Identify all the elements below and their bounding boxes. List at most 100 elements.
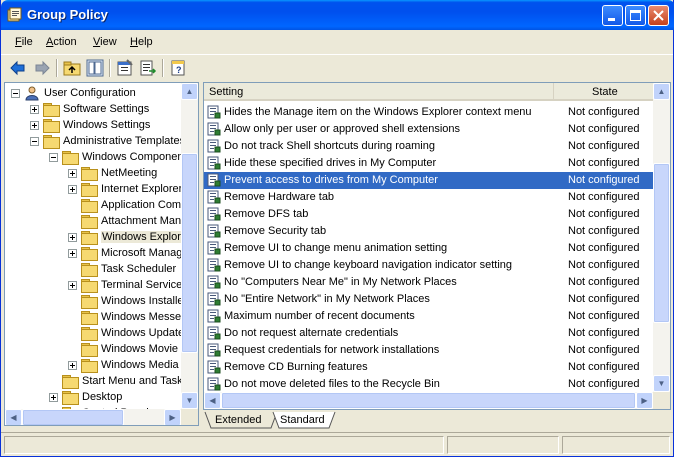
tree-item[interactable]: Administrative Templates	[5, 133, 185, 149]
title-bar[interactable]: Group Policy	[1, 0, 674, 30]
setting-row[interactable]: Hides the Manage item on the Windows Exp…	[204, 104, 653, 121]
tree-item[interactable]: Windows Explorer	[5, 229, 192, 245]
setting-row[interactable]: Remove Hardware tab Not configured	[204, 189, 653, 206]
list-scroll-right-button[interactable]: ▶	[636, 392, 653, 409]
group-policy-icon	[7, 7, 22, 22]
setting-row[interactable]: Remove Security tab Not configured	[204, 223, 653, 240]
tree-hscroll-thumb[interactable]	[22, 409, 124, 425]
up-folder-icon[interactable]	[63, 59, 81, 77]
toolbar-separator	[162, 59, 164, 77]
tree-scroll-up-button[interactable]: ▲	[181, 83, 198, 100]
tree-item[interactable]: User Configuration	[5, 85, 181, 101]
tree-item[interactable]: Microsoft Management Console	[5, 245, 198, 261]
properties-icon[interactable]	[116, 59, 134, 77]
tree-scroll-down-button[interactable]: ▼	[181, 392, 198, 409]
close-button[interactable]	[648, 5, 669, 26]
scroll-up-arrow-icon: ▲	[657, 87, 666, 96]
settings-list-pane[interactable]: Setting State Hides the Manage item on t…	[203, 82, 671, 410]
list-scroll-up-button[interactable]: ▲	[653, 83, 670, 100]
list-scroll-down-button[interactable]: ▼	[653, 375, 670, 392]
setting-row[interactable]: Allow only per user or approved shell ex…	[204, 121, 653, 138]
tree-pane[interactable]: User Configuration Software Settings Windo…	[4, 82, 199, 426]
tree-item[interactable]: Start Menu and Taskbar	[5, 373, 198, 389]
setting-row[interactable]: Request credentials for network installa…	[204, 342, 653, 359]
tree-item[interactable]: NetMeeting	[5, 165, 181, 181]
tree-item[interactable]: Windows Movie Maker	[5, 341, 198, 357]
tree-horizontal-scrollbar[interactable]: ◀ ▶	[5, 409, 181, 425]
maximize-button[interactable]	[625, 5, 646, 26]
column-header-setting[interactable]: Setting	[204, 83, 554, 101]
list-hscroll-thumb[interactable]	[221, 392, 636, 409]
collapse-icon[interactable]	[11, 89, 20, 98]
tab-extended[interactable]: Extended	[211, 411, 271, 429]
list-scroll-thumb[interactable]	[653, 163, 670, 323]
tree-scroll-right-button[interactable]: ▶	[164, 409, 181, 425]
list-horizontal-scrollbar[interactable]: ◀ ▶	[204, 392, 653, 409]
tree-item[interactable]: Windows Settings	[5, 117, 181, 133]
expand-icon[interactable]	[68, 249, 77, 258]
setting-name: Maximum number of recent documents	[224, 310, 415, 322]
tree-scroll-left-button[interactable]: ◀	[5, 409, 22, 425]
tree-item[interactable]: Windows Components	[5, 149, 192, 165]
setting-row[interactable]: Hide these specified drives in My Comput…	[204, 155, 653, 172]
folder-icon	[81, 183, 98, 197]
tree-item[interactable]: Windows Media Player	[5, 357, 198, 373]
scroll-left-arrow-icon: ◀	[209, 396, 216, 405]
tree-item[interactable]: Windows Update	[5, 325, 184, 341]
list-vertical-scrollbar[interactable]: ▲ ▼	[653, 83, 670, 392]
menu-view[interactable]: View	[93, 36, 117, 48]
setting-row[interactable]: Maximum number of recent documents Not co…	[204, 308, 653, 325]
tree-vertical-scrollbar[interactable]: ▲ ▼	[181, 83, 198, 409]
tree-item[interactable]: Attachment Manager	[5, 213, 198, 229]
back-arrow-icon[interactable]	[9, 59, 27, 77]
collapse-icon[interactable]	[30, 137, 39, 146]
setting-row[interactable]: Prevent access to drives from My Compute…	[204, 172, 653, 189]
expand-icon[interactable]	[68, 361, 77, 370]
tree-item[interactable]: Task Scheduler	[5, 261, 181, 277]
tree-item[interactable]: Application Compatibility	[5, 197, 198, 213]
setting-row[interactable]: Do not request alternate credentials Not …	[204, 325, 653, 342]
collapse-icon[interactable]	[49, 153, 58, 162]
setting-name: Do not track Shell shortcuts during roam…	[224, 140, 435, 152]
expand-icon[interactable]	[68, 185, 77, 194]
menu-help[interactable]: Help	[130, 36, 153, 48]
policy-setting-icon	[207, 309, 221, 323]
tree-item[interactable]: Software Settings	[5, 101, 181, 117]
export-list-icon[interactable]	[139, 59, 157, 77]
help-icon[interactable]: ?	[170, 59, 188, 77]
setting-row[interactable]: No "Entire Network" in My Network Places…	[204, 291, 653, 308]
tree-scroll-thumb[interactable]	[181, 153, 198, 353]
list-scroll-left-button[interactable]: ◀	[204, 392, 221, 409]
tree-item-label: Administrative Templates	[63, 135, 186, 147]
menu-file[interactable]: File	[15, 36, 33, 48]
scroll-corner	[181, 409, 198, 425]
expand-icon[interactable]	[68, 281, 77, 290]
setting-row[interactable]: Remove UI to change menu animation setti…	[204, 240, 653, 257]
setting-row[interactable]: Remove CD Burning features Not configured	[204, 359, 653, 376]
tree-item[interactable]: Internet Explorer	[5, 181, 182, 197]
menu-action[interactable]: Action	[46, 36, 77, 48]
setting-row[interactable]: Do not move deleted files to the Recycle…	[204, 376, 653, 393]
expand-icon[interactable]	[49, 393, 58, 402]
forward-arrow-icon[interactable]	[33, 59, 51, 77]
setting-name: Remove Hardware tab	[224, 191, 335, 203]
tree-item[interactable]: Windows Installer	[5, 293, 187, 309]
expand-icon[interactable]	[30, 121, 39, 130]
expand-icon[interactable]	[68, 233, 77, 242]
tree-item[interactable]: Terminal Services	[5, 277, 188, 293]
expand-icon[interactable]	[68, 169, 77, 178]
show-hide-tree-icon[interactable]	[86, 59, 104, 77]
column-header-state[interactable]: State	[554, 83, 653, 101]
minimize-button[interactable]	[602, 5, 623, 26]
setting-row[interactable]: Remove UI to change keyboard navigation …	[204, 257, 653, 274]
setting-row[interactable]: No "Computers Near Me" in My Network Pla…	[204, 274, 653, 291]
tree-item[interactable]: Desktop	[5, 389, 181, 405]
expand-icon[interactable]	[30, 105, 39, 114]
svg-text:?: ?	[176, 65, 182, 75]
setting-row[interactable]: Remove DFS tab Not configured	[204, 206, 653, 223]
group-policy-window: Group Policy File Action View Help ? Use…	[0, 0, 674, 457]
tree-item[interactable]: Windows Messenger	[5, 309, 198, 325]
tab-standard[interactable]: Standard	[279, 411, 329, 429]
setting-row[interactable]: Do not track Shell shortcuts during roam…	[204, 138, 653, 155]
setting-state: Not configured	[568, 293, 640, 305]
